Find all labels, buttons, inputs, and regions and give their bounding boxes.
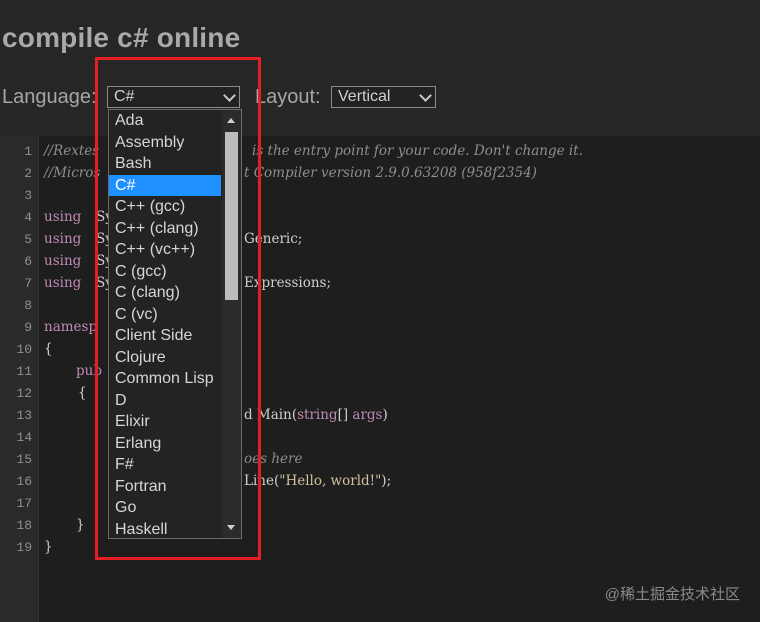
code-line-2-start: //Micros bbox=[44, 165, 101, 181]
code-writeline: Line("Hello, world!"); bbox=[244, 473, 391, 489]
code-brace: { bbox=[44, 341, 53, 357]
line-number: 2 bbox=[24, 166, 32, 181]
watermark: @稀土掘金技术社区 bbox=[604, 586, 740, 603]
line-number: 17 bbox=[16, 496, 32, 511]
line-number: 18 bbox=[16, 518, 32, 533]
code-namespace-keyword: namesp bbox=[44, 319, 98, 335]
chevron-down-icon bbox=[419, 89, 432, 102]
code-text: ); bbox=[381, 473, 392, 489]
code-main-signature: d Main(string[] args) bbox=[244, 407, 388, 423]
code-line-1-end: is the entry point for your code. Don't … bbox=[252, 143, 583, 159]
code-text: [] bbox=[337, 407, 353, 423]
code-text: ) bbox=[382, 407, 388, 423]
line-number: 11 bbox=[16, 364, 32, 379]
page-title: compile c# online bbox=[2, 22, 241, 53]
code-brace: } bbox=[76, 517, 85, 533]
code-using-keyword: using bbox=[44, 253, 82, 269]
line-number: 3 bbox=[24, 188, 32, 203]
code-using-keyword: using bbox=[44, 231, 82, 247]
line-number-gutter: 1 2 3 4 5 6 7 8 9 10 11 12 13 14 15 16 1… bbox=[0, 136, 39, 622]
line-number: 1 bbox=[24, 144, 32, 159]
line-number: 4 bbox=[24, 210, 32, 225]
code-brace: } bbox=[44, 539, 53, 555]
line-number: 12 bbox=[16, 386, 32, 401]
language-label: Language: bbox=[2, 86, 97, 108]
code-line-2-end: t Compiler version 2.9.0.63208 (958f2354… bbox=[244, 165, 537, 181]
line-number: 6 bbox=[24, 254, 32, 269]
line-number: 16 bbox=[16, 474, 32, 489]
layout-select-value: Vertical bbox=[338, 88, 391, 105]
code-string-keyword: string bbox=[297, 407, 338, 423]
code-brace: { bbox=[78, 385, 87, 401]
code-using-keyword: using bbox=[44, 209, 82, 225]
line-number: 8 bbox=[24, 298, 32, 313]
code-string: "Hello, world!" bbox=[279, 473, 382, 489]
line-number: 9 bbox=[24, 320, 32, 335]
line-number: 7 bbox=[24, 276, 32, 291]
code-args: args bbox=[352, 407, 383, 423]
line-number: 19 bbox=[16, 540, 32, 555]
code-using-keyword: using bbox=[44, 275, 82, 291]
line-number: 13 bbox=[16, 408, 32, 423]
line-number: 10 bbox=[16, 342, 32, 357]
code-line-1-start: //Rextes bbox=[44, 143, 100, 159]
layout-label: Layout: bbox=[255, 86, 321, 108]
line-number: 15 bbox=[16, 452, 32, 467]
line-number: 5 bbox=[24, 232, 32, 247]
red-highlight-box bbox=[95, 57, 261, 560]
layout-select[interactable]: Vertical bbox=[331, 86, 436, 108]
line-number: 14 bbox=[16, 430, 32, 445]
